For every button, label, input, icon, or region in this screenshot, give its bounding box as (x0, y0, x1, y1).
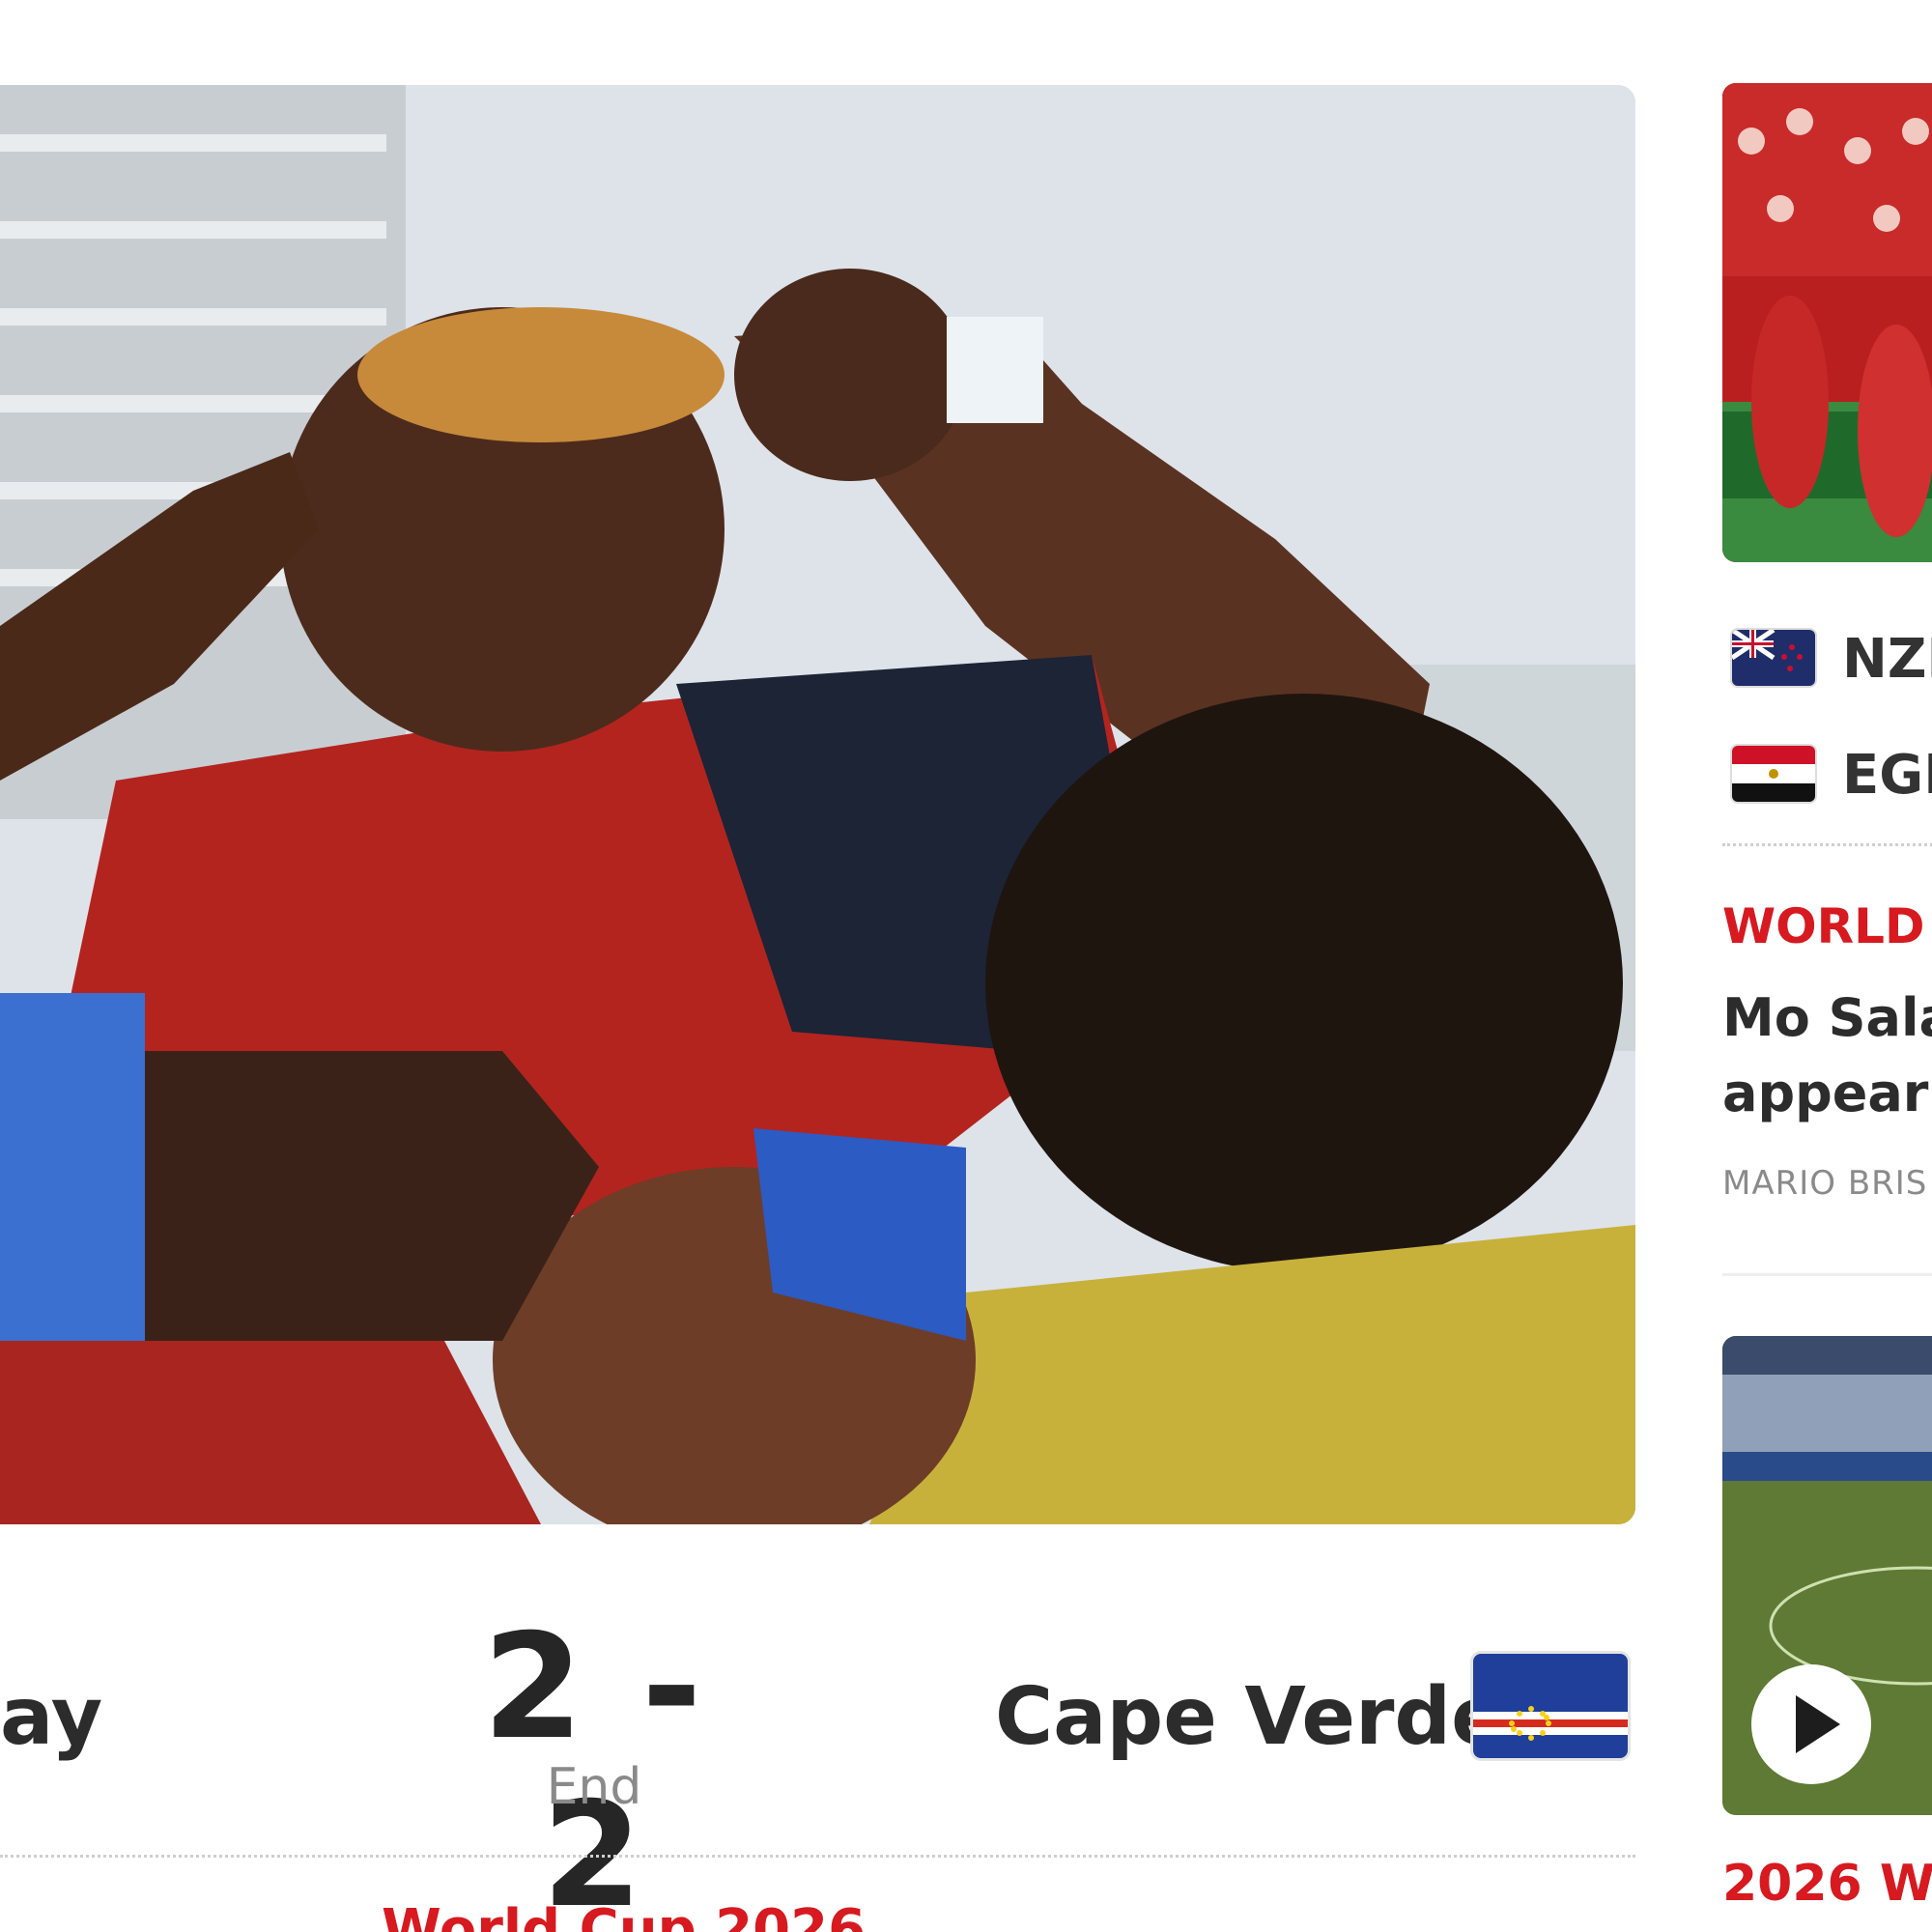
match-score-row[interactable]: ay 2 - 2 End Cape Verde (0, 1565, 1635, 1932)
competition-label[interactable]: World Cup 2026 (382, 1898, 866, 1932)
team-code: NZI (1842, 628, 1932, 691)
sidebar-video-thumbnail[interactable] (1722, 1336, 1932, 1815)
section-divider (0, 1855, 1635, 1858)
article-author: MARIO BRIS (1722, 1164, 1928, 1203)
cape-verde-flag-icon (1473, 1654, 1628, 1758)
play-icon[interactable] (1751, 1664, 1871, 1784)
sidebar-separator (1722, 1273, 1932, 1276)
article-headline-line: Mo Sala (1722, 987, 1932, 1048)
team-code: EGI (1842, 744, 1932, 807)
article-category-tag[interactable]: WORLD C (1722, 898, 1932, 954)
new-zealand-flag-icon (1732, 630, 1815, 686)
match-status: End (546, 1758, 642, 1816)
sidebar-section-tag[interactable]: 2026 Wo (1722, 1855, 1932, 1913)
sidebar-divider (1722, 843, 1932, 846)
hero-image[interactable] (0, 85, 1635, 1524)
away-team-name: Cape Verde (995, 1671, 1505, 1763)
sidebar-match-image[interactable] (1722, 83, 1932, 562)
article-headline-line: appear (1722, 1063, 1929, 1123)
player-celebration-photo (0, 85, 1635, 1524)
egypt-flag-icon (1732, 746, 1815, 802)
home-team-name: ay (0, 1671, 103, 1763)
article-headline[interactable]: Mo Sala appear (1722, 980, 1932, 1131)
